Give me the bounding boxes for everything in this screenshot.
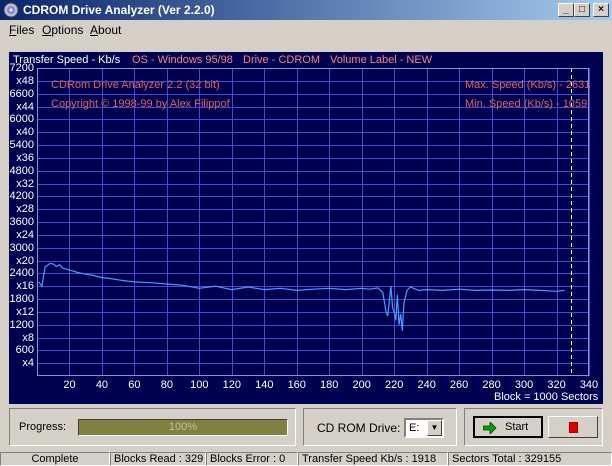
drive-select[interactable]: E: ▼ <box>404 418 444 438</box>
x-tick-label: 200 <box>352 379 371 391</box>
y-tick-label: x44 <box>16 100 34 113</box>
progress-label: Progress: <box>19 421 67 433</box>
drive-label: CD ROM Drive: <box>317 421 401 435</box>
y-tick-label: x4 <box>22 357 34 370</box>
status-blocks-read: Blocks Read : 329 <box>110 452 206 466</box>
y-tick-label: x16 <box>16 280 34 293</box>
x-tick-label: 280 <box>482 379 501 391</box>
y-tick-label: x40 <box>16 126 34 139</box>
y-tick-label: 600 <box>15 344 34 357</box>
red-stop-icon <box>569 422 578 433</box>
y-tick-label: x28 <box>16 203 34 216</box>
x-tick-label: 140 <box>255 379 274 391</box>
y-tick-label: 5400 <box>9 139 34 151</box>
y-tick-label: x48 <box>16 74 34 87</box>
x-tick-label: 100 <box>190 379 209 391</box>
y-tick-label: 4800 <box>9 164 34 177</box>
y-tick-label: x8 <box>22 331 34 344</box>
y-tick-label: 1200 <box>9 318 34 331</box>
x-tick-label: 40 <box>95 379 109 391</box>
graph-app-name: CDRom Drive Analyzer 2.2 (32 bit) <box>51 79 220 91</box>
x-tick-label: 60 <box>128 379 141 391</box>
stop-button[interactable] <box>548 416 598 438</box>
progress-bar: 100% <box>78 419 288 436</box>
status-bar: Complete Blocks Read : 329 Blocks Error … <box>0 452 612 466</box>
graph-max-speed: Max. Speed (Kb/s) - 2631 <box>465 79 591 91</box>
y-tick-label: x24 <box>16 228 34 241</box>
y-tick-label: x20 <box>16 254 34 267</box>
graph-copyright: Copyright © 1998-99 by Alex Filippof <box>51 98 230 110</box>
y-tick-label: 3000 <box>9 241 34 254</box>
x-tick-label: 300 <box>514 379 534 391</box>
start-label: Start <box>505 421 529 433</box>
y-tick-label: 4200 <box>9 190 34 203</box>
chevron-down-icon[interactable]: ▼ <box>427 420 442 436</box>
drive-value: E: <box>409 422 420 434</box>
status-state: Complete <box>0 452 110 466</box>
status-blocks-error: Blocks Error : 0 <box>206 452 298 466</box>
start-button[interactable]: Start <box>473 416 543 438</box>
y-tick-label: 1800 <box>9 293 34 305</box>
y-tick-label: x32 <box>16 177 34 190</box>
y-tick-label: x12 <box>16 305 34 318</box>
green-arrow-icon <box>483 422 497 434</box>
x-tick-label: 160 <box>287 379 306 391</box>
y-tick-label: 3600 <box>9 216 34 228</box>
y-tick-label: x36 <box>16 151 34 164</box>
status-sectors-total: Sectors Total : 329155 <box>448 452 612 466</box>
x-tick-label: 260 <box>449 379 469 391</box>
x-tick-label: 180 <box>320 379 339 391</box>
y-tick-label: 6600 <box>9 87 34 100</box>
x-tick-label: 320 <box>547 379 566 391</box>
y-tick-label: 2400 <box>9 267 34 280</box>
block-note: Block = 1000 Sectors <box>494 391 599 403</box>
graph-min-speed: Min. Speed (Kb/s) - 1059 <box>465 98 588 110</box>
y-tick-label: 6000 <box>9 113 34 126</box>
x-tick-label: 240 <box>417 379 436 391</box>
x-tick-label: 80 <box>160 379 173 391</box>
plot-area <box>37 68 589 376</box>
x-tick-label: 20 <box>63 379 76 391</box>
x-tick-label: 120 <box>222 379 241 391</box>
y-tick-label: 7200 <box>9 62 34 74</box>
x-tick-label: 340 <box>579 379 599 391</box>
x-tick-label: 220 <box>384 379 404 391</box>
status-transfer-speed: Transfer Speed Kb/s : 1918 <box>298 452 448 466</box>
progress-text: 100% <box>168 421 198 433</box>
